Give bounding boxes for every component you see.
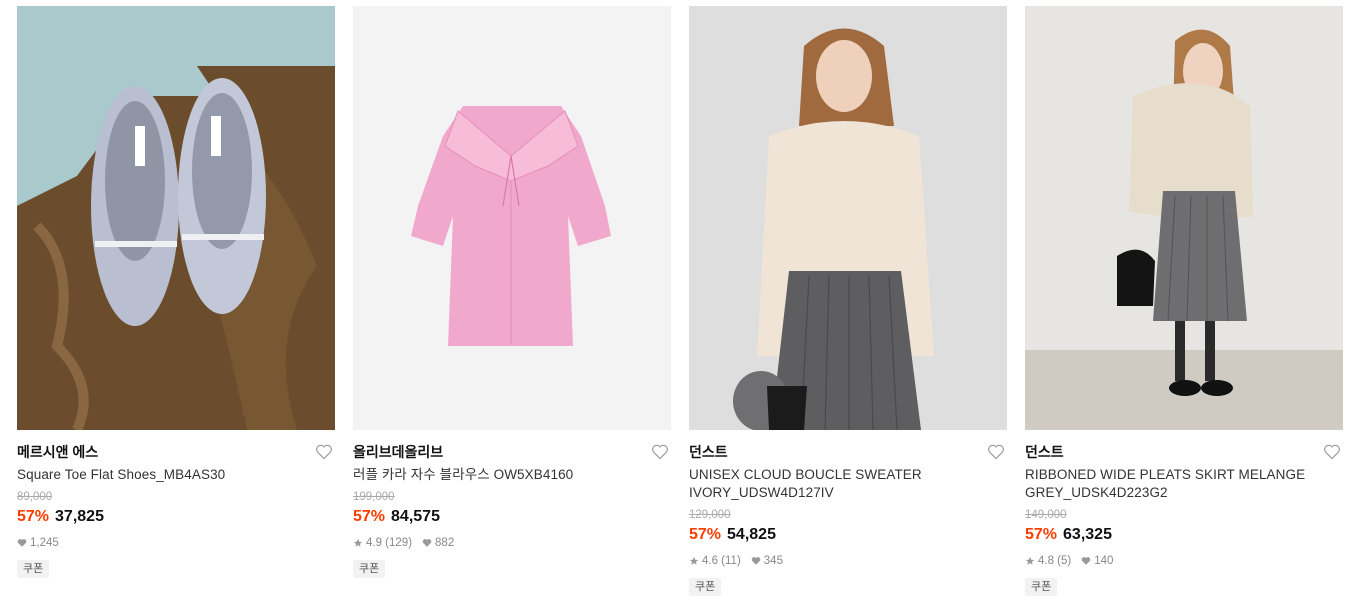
original-price: 149,000 [1025,509,1067,521]
heart-filled-icon [422,539,432,547]
original-price: 89,000 [17,491,53,503]
like-count: 882 [435,537,455,549]
heart-filled-icon [17,539,27,547]
product-stats: 4.9 (129) 882 [353,536,671,550]
brand-name[interactable]: 메르시앤 에스 [17,442,335,462]
product-card[interactable]: 메르시앤 에스 Square Toe Flat Shoes_MB4AS30 89… [17,6,335,578]
coupon-badge: 쿠폰 [689,578,722,596]
product-image[interactable] [1025,6,1343,430]
coupon-badge: 쿠폰 [17,560,50,578]
brand-name[interactable]: 던스트 [1025,442,1343,462]
rating: 4.9 (129) [366,537,413,549]
sale-price: 84,575 [391,508,440,525]
heart-icon[interactable] [651,444,669,460]
product-name[interactable]: RIBBONED WIDE PLEATS SKIRT MELANGE GREY_… [1025,466,1343,502]
heart-icon[interactable] [987,444,1005,460]
heart-filled-icon [1082,557,1091,565]
brand-name[interactable]: 올리브데올리브 [353,442,671,462]
product-card[interactable]: 올리브데올리브 러플 카라 자수 블라우스 OW5XB4160 199,000 … [353,6,671,578]
like-count: 345 [763,555,783,567]
star-icon [1025,556,1035,565]
sale-price: 54,825 [727,526,776,543]
original-price: 199,000 [353,491,395,503]
heart-icon[interactable] [315,444,333,460]
coupon-badge: 쿠폰 [353,560,386,578]
rating: 4.6 (11) [702,555,741,567]
heart-filled-icon [751,557,761,565]
product-stats: 4.8 (5) 140 [1025,554,1343,568]
heart-icon[interactable] [1323,444,1341,460]
product-grid: 메르시앤 에스 Square Toe Flat Shoes_MB4AS30 89… [0,0,1345,612]
sale-price: 63,325 [1063,526,1112,543]
product-name[interactable]: Square Toe Flat Shoes_MB4AS30 [17,466,335,484]
product-image[interactable] [353,6,671,430]
discount-rate: 57% [689,526,722,543]
product-image[interactable] [689,6,1007,430]
sale-price: 37,825 [55,508,104,525]
product-name[interactable]: 러플 카라 자수 블라우스 OW5XB4160 [353,466,671,484]
original-price: 129,000 [689,509,731,521]
coupon-badge: 쿠폰 [1025,578,1058,596]
discount-rate: 57% [17,508,50,525]
product-name[interactable]: UNISEX CLOUD BOUCLE SWEATER IVORY_UDSW4D… [689,466,1007,502]
product-card[interactable]: 던스트 RIBBONED WIDE PLEATS SKIRT MELANGE G… [1025,6,1343,596]
like-count: 1,245 [30,537,59,549]
product-stats: 1,245 [17,536,335,550]
product-card[interactable]: 던스트 UNISEX CLOUD BOUCLE SWEATER IVORY_UD… [689,6,1007,596]
discount-rate: 57% [353,508,386,525]
star-icon [353,538,363,547]
like-count: 140 [1094,555,1114,567]
rating: 4.8 (5) [1038,555,1072,567]
discount-rate: 57% [1025,526,1058,543]
star-icon [689,556,699,565]
product-image[interactable] [17,6,335,430]
brand-name[interactable]: 던스트 [689,442,1007,462]
product-stats: 4.6 (11) 345 [689,554,1007,568]
